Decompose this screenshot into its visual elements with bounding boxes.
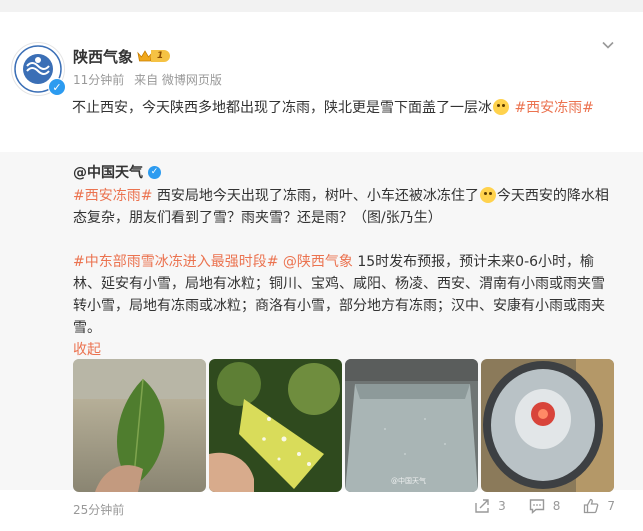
vip-level: 1 bbox=[151, 50, 171, 62]
photo-grid: @中国天气 bbox=[73, 359, 615, 493]
repost-paragraph-1: #西安冻雨# 西安局地今天出现了冻雨，树叶、小车还被冰冻住了 今天西安的降水相态复… bbox=[73, 185, 613, 229]
post-time[interactable]: 11分钟前 bbox=[73, 73, 124, 87]
frozen-car-image bbox=[345, 359, 478, 492]
post-hashtag[interactable]: #西安冻雨# bbox=[514, 100, 593, 116]
reposted-content: @中国天气 ✓ #西安冻雨# 西安局地今天出现了冻雨，树叶、小车还被冰冻住了 今天… bbox=[0, 152, 643, 493]
repost-paragraph-2: #中东部雨雪冰冻进入最强时段# @陕西气象 15时发布预报，预计未来0-6小时，… bbox=[73, 251, 613, 361]
post-text-body: 不止西安，今天陕西多地都出现了冻雨，陕北更是雪下面盖了一层冰 bbox=[72, 100, 492, 116]
repost-hashtag-2[interactable]: #中东部雨雪冰冻进入最强时段# bbox=[73, 254, 278, 270]
repost-hashtag-1[interactable]: #西安冻雨# bbox=[73, 188, 152, 204]
footer-time[interactable]: 25分钟前 bbox=[73, 501, 124, 518]
thumbs-up-icon bbox=[584, 498, 599, 514]
photo-iced-leaf[interactable] bbox=[209, 359, 342, 492]
post-source: 来自 微博网页版 bbox=[134, 73, 222, 87]
repost-text: #西安冻雨# 西安局地今天出现了冻雨，树叶、小车还被冰冻住了 今天西安的降水相态复… bbox=[73, 185, 613, 361]
photo-frozen-leaf[interactable] bbox=[73, 359, 206, 492]
repost-username-text[interactable]: @中国天气 bbox=[73, 162, 143, 182]
collapse-link[interactable]: 收起 bbox=[73, 342, 101, 358]
chevron-down-icon[interactable] bbox=[601, 38, 615, 52]
verified-badge-icon: ✓ bbox=[48, 78, 66, 96]
vip-badge[interactable]: 1 bbox=[137, 49, 175, 63]
share-icon bbox=[475, 499, 489, 513]
action-bar: 3 8 7 bbox=[451, 497, 615, 515]
leaf-image bbox=[73, 359, 206, 492]
post-text: 不止西安，今天陕西多地都出现了冻雨，陕北更是雪下面盖了一层冰 #西安冻雨# bbox=[72, 97, 612, 119]
photo-watermark: @中国天气 bbox=[391, 477, 426, 485]
post-meta: 11分钟前 来自 微博网页版 bbox=[73, 71, 228, 88]
mention-link[interactable]: @陕西气象 bbox=[278, 254, 353, 270]
post-footer: 25分钟前 3 8 7 bbox=[0, 490, 643, 531]
surprised-emoji-icon bbox=[479, 187, 496, 203]
comment-count: 8 bbox=[552, 499, 561, 513]
like-count: 7 bbox=[607, 499, 615, 513]
share-count: 3 bbox=[498, 499, 506, 513]
comment-button[interactable]: 8 bbox=[528, 497, 561, 515]
share-button[interactable]: 3 bbox=[473, 497, 506, 515]
photo-frozen-mirror[interactable] bbox=[481, 359, 614, 492]
verified-badge-icon: ✓ bbox=[148, 165, 161, 179]
repost-username[interactable]: @中国天气 ✓ bbox=[73, 162, 161, 182]
post-username[interactable]: 陕西气象 bbox=[73, 46, 133, 67]
weibo-post-card: ✓ 陕西气象 1 11分钟前 来自 微博网页版 不止西安，今天陕西多地都出现了冻… bbox=[0, 12, 643, 531]
smile-emoji-icon bbox=[493, 99, 509, 115]
repost-paragraph-1-text-a: 西安局地今天出现了冻雨，树叶、小车还被冰冻住了 bbox=[152, 188, 479, 204]
like-button[interactable]: 7 bbox=[582, 497, 615, 515]
photo-frozen-car[interactable]: @中国天气 bbox=[345, 359, 478, 492]
frozen-mirror-image bbox=[481, 359, 614, 492]
iced-leaf-image bbox=[209, 359, 342, 492]
comment-icon bbox=[529, 499, 544, 515]
